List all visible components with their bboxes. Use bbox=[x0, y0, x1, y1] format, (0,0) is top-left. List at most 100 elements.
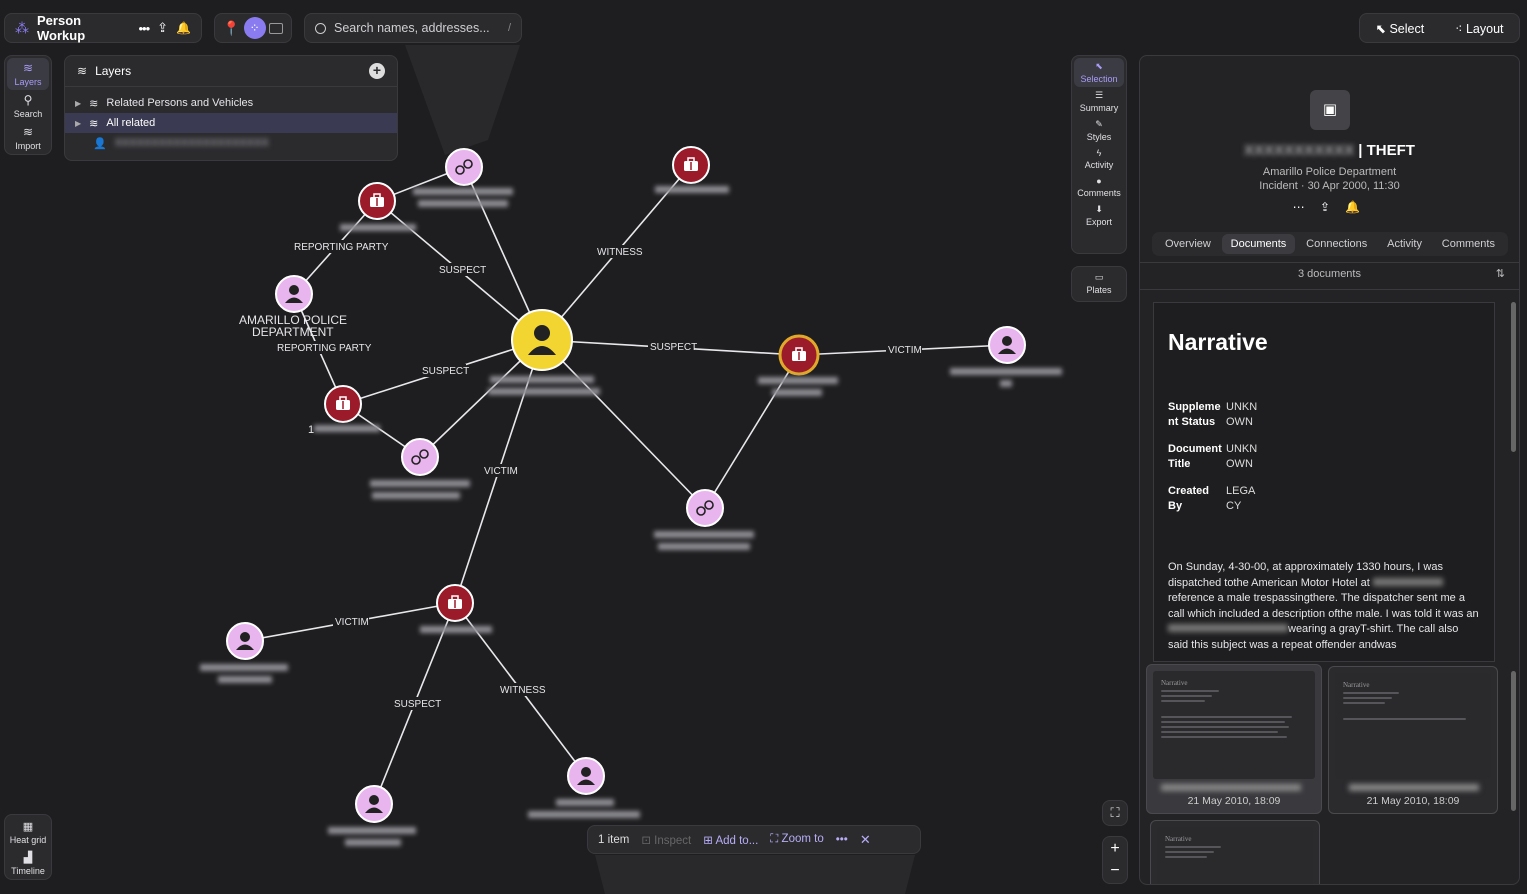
detail-org: Amarillo Police Department bbox=[1262, 166, 1397, 178]
inspect-icon: ⊡ bbox=[641, 834, 655, 847]
focus-person-node[interactable] bbox=[511, 309, 573, 371]
node-label: DEPARTMENT bbox=[252, 325, 334, 339]
activity-button[interactable]: ϟ Activity bbox=[1074, 145, 1124, 173]
search-rail-button[interactable]: ⚲ Search bbox=[7, 90, 49, 122]
selection-button[interactable]: ⬉ Selection bbox=[1074, 58, 1124, 87]
layers-icon: ≋ bbox=[22, 61, 34, 75]
incident-node[interactable] bbox=[324, 385, 362, 423]
document-preview[interactable]: Narrative Suppleme nt Status UNKN OWN Do… bbox=[1153, 302, 1495, 662]
zoom-in-button[interactable]: + bbox=[1103, 837, 1127, 861]
bar-chart-icon: ▟ bbox=[23, 852, 33, 864]
fit-view-button[interactable]: ⛶ bbox=[1102, 800, 1128, 826]
list-icon: ☰ bbox=[1094, 90, 1104, 100]
person-node[interactable] bbox=[988, 326, 1026, 364]
cursor-icon: ⬉ bbox=[1375, 21, 1390, 36]
document-thumbnail[interactable]: Narrative 21 May 2010, 18:09 bbox=[1146, 664, 1322, 814]
export-button[interactable]: ⬇ Export bbox=[1074, 201, 1124, 230]
preview-scrollbar[interactable] bbox=[1511, 302, 1516, 452]
share-icon[interactable]: ⇪ bbox=[1320, 200, 1336, 214]
incident-type: THEFT bbox=[1366, 142, 1415, 159]
inspect-button[interactable]: ⊡ Inspect bbox=[641, 833, 691, 847]
vehicle-node[interactable] bbox=[445, 148, 483, 186]
layer-label: Related Persons and Vehicles bbox=[106, 97, 254, 109]
search-box[interactable]: Search names, addresses... / bbox=[304, 13, 522, 43]
edge-label: SUSPECT bbox=[422, 366, 469, 377]
document-count: 3 documents bbox=[1298, 268, 1361, 280]
incident-node[interactable] bbox=[672, 146, 710, 184]
right-rail: ⬉ Selection ☰ Summary ✎ Styles ϟ Activity ● C… bbox=[1071, 55, 1127, 254]
select-button[interactable]: ⬉ Select bbox=[1375, 21, 1424, 36]
vehicle-node[interactable] bbox=[686, 489, 724, 527]
document-field: Document Title UNKN OWN bbox=[1168, 443, 1258, 470]
tab-documents[interactable]: Documents bbox=[1221, 234, 1296, 254]
add-layer-button[interactable]: + bbox=[369, 63, 385, 79]
sort-icon[interactable]: ⇅ bbox=[1496, 267, 1505, 280]
plate-icon: ▭ bbox=[1094, 272, 1104, 282]
expand-arrow-icon[interactable]: ▶ bbox=[75, 99, 81, 108]
incident-node-selected[interactable] bbox=[778, 334, 820, 376]
tab-comments[interactable]: Comments bbox=[1433, 234, 1504, 254]
add-to-button[interactable]: ⊞ Add to... bbox=[703, 833, 758, 847]
person-node[interactable] bbox=[275, 275, 313, 313]
selection-action-bar: 1 item ⊡ Inspect ⊞ Add to... ⛶ Zoom to •… bbox=[587, 825, 921, 854]
tab-activity[interactable]: Activity bbox=[1378, 234, 1431, 254]
person-node[interactable] bbox=[226, 622, 264, 660]
layers-rail-button[interactable]: ≋ Layers bbox=[7, 58, 49, 90]
grid-icon: ▦ bbox=[22, 821, 34, 833]
person-node[interactable] bbox=[355, 785, 393, 823]
import-rail-button[interactable]: ≋ Import bbox=[7, 122, 49, 154]
comments-button[interactable]: ● Comments bbox=[1074, 173, 1124, 201]
plates-button[interactable]: ▭ Plates bbox=[1074, 269, 1124, 298]
edge-label: SUSPECT bbox=[650, 342, 697, 353]
brush-icon: ✎ bbox=[1095, 119, 1103, 129]
edge-label: VICTIM bbox=[335, 617, 369, 628]
close-icon[interactable]: ✕ bbox=[860, 832, 871, 848]
document-body: On Sunday, 4-30-00, at approximately 133… bbox=[1168, 561, 1479, 651]
layers-panel: ≋ Layers + ▶ ≋ Related Persons and Vehic… bbox=[64, 55, 398, 161]
share-icon[interactable]: ⇪ bbox=[157, 20, 168, 36]
tab-overview[interactable]: Overview bbox=[1156, 234, 1220, 254]
document-field: Created By LEGA CY bbox=[1168, 485, 1255, 512]
comment-icon: ● bbox=[1096, 176, 1102, 186]
search-input[interactable]: Search names, addresses... bbox=[334, 21, 500, 35]
panel-scrollbar[interactable] bbox=[1511, 671, 1516, 811]
select-layout-bar: ⬉ Select ⁖ Layout bbox=[1359, 13, 1520, 43]
more-icon[interactable]: ••• bbox=[138, 21, 150, 36]
detail-title: XXXXXXXXXXX | THEFT bbox=[1244, 142, 1415, 159]
app-title[interactable]: Person Workup bbox=[37, 13, 130, 43]
redacted-id: XXXXXXXXXXX bbox=[1244, 142, 1355, 159]
search-icon bbox=[315, 22, 326, 34]
summary-button[interactable]: ☰ Summary bbox=[1074, 87, 1124, 116]
incident-node[interactable] bbox=[358, 182, 396, 220]
search-icon: ⚲ bbox=[23, 93, 33, 107]
detail-actions: ⋯ ⇪ 🔔 bbox=[1140, 200, 1519, 214]
map-pin-icon[interactable]: 📍 bbox=[223, 20, 240, 37]
left-rail: ≋ Layers ⚲ Search ≋ Import bbox=[4, 55, 52, 155]
expand-arrow-icon[interactable]: ▶ bbox=[75, 119, 81, 128]
layer-item-active[interactable]: ▶ ≋ All related bbox=[65, 113, 397, 133]
layers-icon: ≋ bbox=[77, 64, 88, 78]
bell-icon[interactable]: 🔔 bbox=[1345, 200, 1366, 214]
document-heading: Narrative bbox=[1168, 329, 1268, 355]
bell-icon[interactable]: 🔔 bbox=[176, 21, 191, 35]
layout-button[interactable]: ⁖ Layout bbox=[1455, 21, 1503, 36]
layer-item[interactable]: ▶ ≋ Related Persons and Vehicles bbox=[65, 93, 397, 113]
incident-node[interactable] bbox=[436, 584, 474, 622]
node-label: 1 bbox=[308, 424, 314, 436]
document-thumbnail[interactable]: Narrative bbox=[1150, 820, 1320, 884]
timeline-button[interactable]: ▟ Timeline bbox=[7, 848, 49, 879]
more-icon[interactable]: ⋯ bbox=[1293, 200, 1311, 214]
vehicle-node[interactable] bbox=[401, 438, 439, 476]
zoom-to-button[interactable]: ⛶ Zoom to bbox=[770, 833, 823, 846]
zoom-out-button[interactable]: − bbox=[1103, 861, 1127, 883]
tab-connections[interactable]: Connections bbox=[1297, 234, 1376, 254]
person-node[interactable] bbox=[567, 757, 605, 795]
layers-icon: ≋ bbox=[89, 97, 99, 110]
table-view-icon[interactable] bbox=[269, 22, 284, 34]
styles-button[interactable]: ✎ Styles bbox=[1074, 116, 1124, 145]
layer-sub-item[interactable]: 👤 XXXXXXXXXXXXXXXXXXXXX bbox=[65, 133, 397, 153]
more-icon[interactable]: ••• bbox=[836, 834, 848, 846]
document-thumbnail[interactable]: Narrative 21 May 2010, 18:09 bbox=[1328, 666, 1498, 814]
graph-view-icon[interactable]: ⁘ bbox=[243, 17, 266, 39]
heat-grid-button[interactable]: ▦ Heat grid bbox=[7, 817, 49, 848]
